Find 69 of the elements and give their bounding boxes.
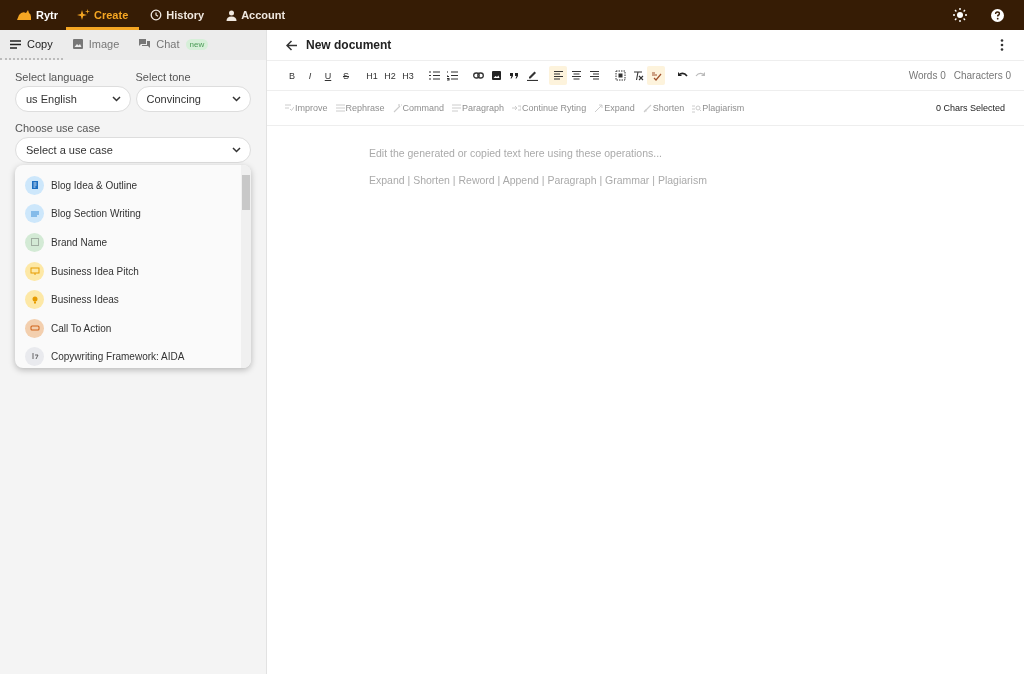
nav-tab[interactable]: Account [215, 0, 297, 30]
chat-icon [139, 39, 151, 49]
heading-button[interactable]: H1 [363, 66, 381, 85]
heading-button[interactable]: H3 [399, 66, 417, 85]
spellcheck-button[interactable] [647, 66, 665, 85]
rephrase-icon [335, 103, 345, 113]
history-icon [150, 9, 163, 21]
person-icon [226, 9, 238, 21]
logo-text: Rytr [36, 9, 58, 21]
use-case-select[interactable]: Select a use case [15, 137, 251, 163]
italic-button[interactable]: I [301, 66, 319, 85]
frame-icon [614, 70, 626, 81]
word-count: Words 0 [908, 70, 946, 81]
field-label: Select tone [135, 71, 192, 83]
chevron-down-icon [111, 96, 121, 102]
paragraph-icon [452, 103, 462, 113]
strikethrough-button[interactable]: S [337, 66, 355, 85]
image-icon [490, 70, 502, 81]
tone-select[interactable]: Convincing [135, 86, 251, 112]
sun-icon[interactable] [953, 8, 967, 22]
use-case-option[interactable]: Copywriting Framework: AIDA [15, 342, 241, 368]
bold-button[interactable]: B [283, 66, 301, 85]
editor-placeholder-text: Expand | Shorten | Reword | Append | Paragraph | Grammar | Plagiarism [369, 174, 708, 186]
field-label: Choose use case [15, 122, 101, 134]
nav-tab[interactable]: History [139, 0, 216, 30]
use-case-option[interactable]: Business Idea Pitch [15, 256, 241, 286]
character-count: Characters 0 [953, 70, 1011, 81]
heading-button[interactable]: H2 [381, 66, 399, 85]
selection-count: 0 Chars Selected [935, 103, 1005, 113]
improve-icon [285, 103, 294, 113]
lines-icon [10, 39, 21, 49]
use-case-option[interactable]: Blog Idea & Outline [15, 171, 241, 200]
numbered-list-icon [446, 70, 458, 81]
new-badge: new [185, 38, 209, 50]
sidebar-tab[interactable]: Copy [0, 30, 63, 60]
pen-icon [526, 70, 538, 81]
align-center-icon [570, 70, 582, 81]
help-icon[interactable] [991, 8, 1004, 22]
chevron-down-icon [232, 96, 241, 102]
align-left-icon [552, 70, 564, 81]
use-case-option[interactable]: Brand Name [15, 228, 241, 257]
shorten-icon [642, 103, 652, 113]
bullet-list-icon [428, 70, 440, 81]
link-icon [472, 70, 484, 81]
scrollbar[interactable] [241, 165, 251, 368]
continue-icon [512, 103, 522, 113]
language-select[interactable]: us English [15, 86, 131, 112]
expand-icon [594, 103, 604, 113]
align-left-button[interactable] [549, 66, 567, 85]
document-title: New document [306, 38, 393, 52]
use-case-option[interactable]: Blog Section Writing [15, 199, 241, 229]
plagiarism-icon [692, 103, 702, 113]
clear-format-icon [632, 70, 644, 81]
back-arrow-icon[interactable] [286, 39, 298, 51]
spellcheck-icon [650, 70, 662, 81]
sidebar-tab[interactable]: Image [62, 30, 130, 60]
editor-placeholder-text: Edit the generated or copied text here using these operations... [369, 147, 664, 159]
underline-button[interactable]: U [319, 66, 337, 85]
chevron-down-icon [232, 147, 241, 153]
use-case-option[interactable]: Call To Action [15, 313, 241, 343]
more-menu-icon[interactable] [1000, 39, 1004, 51]
command-icon [392, 103, 402, 113]
logo-icon [16, 9, 32, 21]
image-icon [72, 39, 83, 49]
quote-icon [508, 70, 520, 81]
field-label: Select language [15, 71, 95, 83]
sidebar-tab[interactable]: Chat new [129, 30, 219, 60]
use-case-option[interactable]: Business Ideas [15, 285, 241, 314]
align-right-icon [588, 70, 600, 81]
